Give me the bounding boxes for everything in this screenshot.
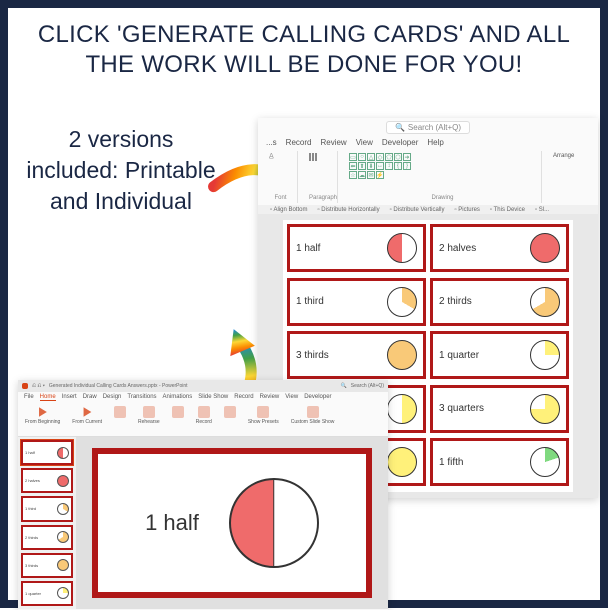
- search-hint-2: Search (Alt+Q): [351, 383, 384, 389]
- tab-home[interactable]: Home: [40, 394, 56, 401]
- tab-transitions[interactable]: Transitions: [127, 394, 156, 401]
- slide-thumb[interactable]: 1 third: [21, 496, 73, 521]
- shapes-gallery[interactable]: ▭○△◇⬠⬡ ➜⬅⬆⬇↔↕ {}☆☁✉⚡: [349, 153, 419, 179]
- search-box[interactable]: 🔍 Search (Alt+Q): [386, 121, 470, 134]
- calling-card: 1 fifth: [430, 438, 569, 486]
- slide-thumbnails[interactable]: 1 half 2 halves 1 third 2 thirds 3 thirds 1 q…: [18, 437, 76, 609]
- tab-view[interactable]: View: [285, 394, 298, 401]
- fraction-circle-icon: [530, 287, 560, 317]
- qat-item[interactable]: ▫ This Device: [490, 207, 525, 213]
- group-paragraph: Paragraph: [309, 195, 332, 201]
- ribbon-tabs-2: File Home Insert Draw Design Transitions Anima…: [18, 392, 388, 403]
- card-label: 3 quarters: [439, 403, 524, 414]
- fraction-circle-icon: [387, 340, 417, 370]
- title-bar: ⎌ ⎌ ▾ Generated Individual Calling Cards…: [18, 380, 388, 392]
- tab-help[interactable]: Help: [427, 138, 443, 147]
- ribbon-button[interactable]: Custom Slide Show: [288, 405, 338, 434]
- fraction-circle-icon: [387, 287, 417, 317]
- fraction-circle-icon: [530, 447, 560, 477]
- window-title: Generated Individual Calling Cards Answe…: [49, 383, 188, 389]
- card-label: 2 halves: [439, 243, 524, 254]
- tab-slide-show[interactable]: Slide Show: [198, 394, 228, 401]
- fraction-circle-icon: [387, 394, 417, 424]
- card-label: 3 thirds: [296, 350, 381, 361]
- slide-canvas-2: 1 half: [76, 437, 388, 609]
- ribbon-2: From BeginningFrom Current Rehearse Record…: [18, 403, 388, 437]
- card-label: 1 half: [296, 243, 381, 254]
- slide-thumb[interactable]: 1 half: [21, 440, 73, 465]
- tab-file[interactable]: File: [24, 394, 34, 401]
- ribbon: 🔍 Search (Alt+Q) ...s Record Review View Dev…: [258, 118, 598, 214]
- tab-insert[interactable]: Insert: [62, 394, 77, 401]
- slide-thumb[interactable]: 3 thirds: [21, 553, 73, 578]
- tab-view[interactable]: View: [356, 138, 373, 147]
- search-placeholder: Search (Alt+Q): [408, 123, 461, 132]
- search-icon: 🔍: [395, 123, 405, 132]
- tab-review[interactable]: Review: [320, 138, 346, 147]
- tab-animations[interactable]: Animations: [163, 394, 193, 401]
- card-label: 2 thirds: [439, 296, 524, 307]
- app-icon: [22, 383, 28, 389]
- tab-record[interactable]: Record: [234, 394, 253, 401]
- fraction-circle-icon: [530, 340, 560, 370]
- calling-card-large: 1 half: [92, 448, 372, 598]
- fraction-circle-icon: [387, 233, 417, 263]
- calling-card: 2 thirds: [430, 278, 569, 326]
- qat-item[interactable]: ▫ Distribute Horizontally: [317, 207, 379, 213]
- qat-item[interactable]: ▫ Pictures: [454, 207, 479, 213]
- card-label: 1 fifth: [439, 457, 524, 468]
- ribbon-button[interactable]: From Beginning: [22, 405, 63, 434]
- card-label: 1 half: [145, 510, 199, 536]
- slide-thumb[interactable]: 1 quarter: [21, 581, 73, 606]
- qat-item[interactable]: ▫ Distribute Vertically: [390, 207, 445, 213]
- group-drawing: Drawing: [349, 195, 536, 201]
- calling-card: 3 quarters: [430, 385, 569, 433]
- calling-card: 2 halves: [430, 224, 569, 272]
- ribbon-button[interactable]: From Current: [69, 405, 105, 434]
- subhead: 2 versions included: Printable and Indiv…: [26, 124, 216, 217]
- ribbon-button[interactable]: Record: [193, 405, 215, 434]
- ribbon-button[interactable]: Show Presets: [245, 405, 282, 434]
- tab-record[interactable]: Record: [286, 138, 312, 147]
- arrange-button[interactable]: Arrange: [553, 153, 587, 159]
- ribbon-tabs: ...s Record Review View Developer Help: [258, 136, 598, 149]
- calling-card: 1 half: [287, 224, 426, 272]
- slide-thumb[interactable]: 2 halves: [21, 468, 73, 493]
- card-label: 1 quarter: [439, 350, 524, 361]
- fraction-circle-icon: [387, 447, 417, 477]
- ribbon-button[interactable]: Rehearse: [135, 405, 163, 434]
- tab-design[interactable]: Design: [103, 394, 122, 401]
- ribbon-button[interactable]: [111, 405, 129, 434]
- ribbon-button[interactable]: [169, 405, 187, 434]
- tab-developer[interactable]: Developer: [382, 138, 418, 147]
- qat-item[interactable]: ▫ Align Bottom: [270, 207, 307, 213]
- group-font: Font: [269, 195, 292, 201]
- tab-draw[interactable]: Draw: [83, 394, 97, 401]
- tab-developer[interactable]: Developer: [304, 394, 331, 401]
- fraction-circle-icon: [530, 394, 560, 424]
- card-label: 1 third: [296, 296, 381, 307]
- slide-thumb[interactable]: 2 thirds: [21, 525, 73, 550]
- qat-item[interactable]: ▫ Sl...: [535, 207, 549, 213]
- fraction-circle-icon: [229, 478, 319, 568]
- calling-card: 1 quarter: [430, 331, 569, 379]
- powerpoint-individual-screenshot: ⎌ ⎌ ▾ Generated Individual Calling Cards…: [18, 380, 388, 610]
- fraction-circle-icon: [530, 233, 560, 263]
- calling-card: 3 thirds: [287, 331, 426, 379]
- ribbon-button[interactable]: [221, 405, 239, 434]
- tab-...s[interactable]: ...s: [266, 138, 277, 147]
- tab-review[interactable]: Review: [260, 394, 280, 401]
- calling-card: 1 third: [287, 278, 426, 326]
- headline: CLICK 'GENERATE CALLING CARDS' AND ALL T…: [8, 8, 600, 84]
